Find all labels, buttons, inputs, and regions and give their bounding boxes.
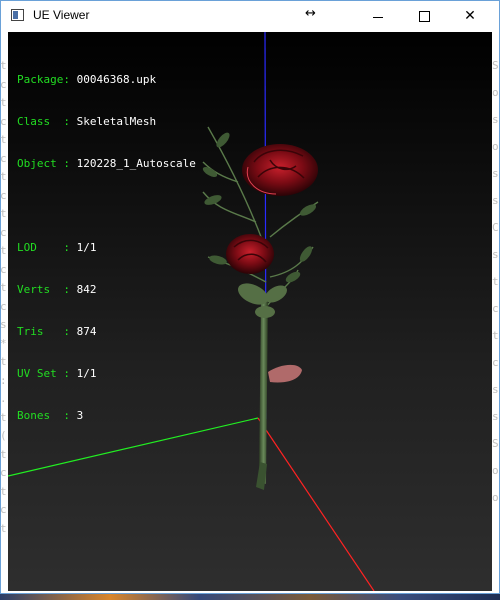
terminal-char: c [0,299,7,313]
rose-stem [259,297,268,484]
hud-lod-key: LOD [17,241,64,254]
terminal-char: c [0,503,7,516]
terminal-char: t [0,207,7,220]
hud-uvset-key: UV Set [17,367,64,380]
maximize-icon [418,10,430,22]
hud-class-row: Class : SkeletalMesh [17,115,157,128]
ue-viewer-window[interactable]: UE Viewer ↔ ✕ Package: 00046368.upk Clas… [0,0,500,594]
hud-object-key: Object [17,157,64,170]
terminal-char: t [0,133,7,146]
hud-verts-key: Verts [17,283,64,296]
hud-package-value: 00046368.upk [76,73,157,86]
hud-package-row: Package: 00046368.upk [17,73,157,86]
terminal-char: S [492,437,499,450]
terminal-char: s [492,383,499,396]
hud-object-value: 120228_1_Autoscale [76,157,196,170]
terminal-char: t [0,410,7,424]
hud-tris-row: Tris : 874 [17,325,97,338]
axis-x-line [257,417,375,591]
terminal-char: t [0,170,7,183]
window-title: UE Viewer [33,8,90,22]
terminal-char: t [0,447,7,461]
terminal-char: c [0,466,7,479]
3d-viewport[interactable]: Package: 00046368.upk Class : SkeletalMe… [8,32,492,591]
terminal-char: t [492,329,499,342]
terminal-char: ( [0,429,7,442]
terminal-char: o [492,491,499,504]
hud-class-key: Class [17,115,64,128]
hud-class-value: SkeletalMesh [76,115,157,128]
minimize-button[interactable] [355,1,401,31]
terminal-char: t [0,244,7,257]
terminal-char: c [0,262,7,276]
hud-bones-key: Bones [17,409,64,422]
terminal-char: s [492,167,499,180]
terminal-char: . [0,392,7,405]
terminal-char: t [0,355,7,368]
hud-lod-row: LOD : 1/1 [17,241,97,254]
terminal-char: s [492,113,499,126]
terminal-char: t [0,484,7,498]
background-terminal-right-text: So s o s s Cs t c t c s s So o [492,60,500,530]
terminal-char: o [492,140,499,153]
background-terminal-left-text: t c t c t c t c t c t c t c s * t:. t(t c t c t [0,60,8,560]
terminal-char: t [0,521,7,535]
rose-upper [242,144,318,196]
terminal-char: S [492,59,499,72]
hud-uvset-row: UV Set : 1/1 [17,367,97,380]
rose-lower [226,234,274,274]
minimize-icon [373,16,383,18]
hud-uvset-value: 1/1 [76,367,97,380]
close-button[interactable]: ✕ [447,1,493,31]
resize-cursor-icon: ↔ [305,6,316,21]
maximize-button[interactable] [401,1,447,31]
terminal-char: c [0,114,7,128]
hud-object-row: Object : 120228_1_Autoscale [17,157,196,170]
terminal-char: t [0,281,7,294]
terminal-char: c [0,188,7,202]
terminal-char: t [492,275,499,288]
hud-lod-value: 1/1 [76,241,97,254]
terminal-char: C [492,221,499,234]
title-bar[interactable]: UE Viewer ↔ ✕ [1,1,499,31]
terminal-char: s [492,410,499,423]
terminal-char: t [0,96,7,109]
terminal-char: o [492,464,499,477]
terminal-char: c [492,356,499,369]
terminal-char: * [0,336,7,350]
hud-bones-row: Bones : 3 [17,409,84,422]
hud-package-key: Package [17,73,64,86]
terminal-char: c [492,302,499,315]
terminal-char: t [0,59,7,72]
terminal-char: c [0,77,7,91]
terminal-char: o [492,86,499,99]
terminal-char: c [0,151,7,165]
hud-tris-value: 874 [76,325,97,338]
mesh-info-overlay: Package: 00046368.upk Class : SkeletalMe… [17,45,196,451]
terminal-char: s [0,318,7,331]
sepals [238,283,287,318]
terminal-char: c [0,225,7,239]
terminal-char: : [0,373,7,387]
hud-tris-key: Tris [17,325,64,338]
hud-bones-value: 3 [76,409,84,422]
ribbon [268,364,302,383]
hud-verts-value: 842 [76,283,97,296]
hud-verts-row: Verts : 842 [17,283,97,296]
close-icon: ✕ [464,8,476,24]
terminal-char: s [492,248,499,261]
app-window-icon[interactable] [11,9,24,21]
stem-lower [256,462,267,490]
terminal-char: s [492,194,499,207]
